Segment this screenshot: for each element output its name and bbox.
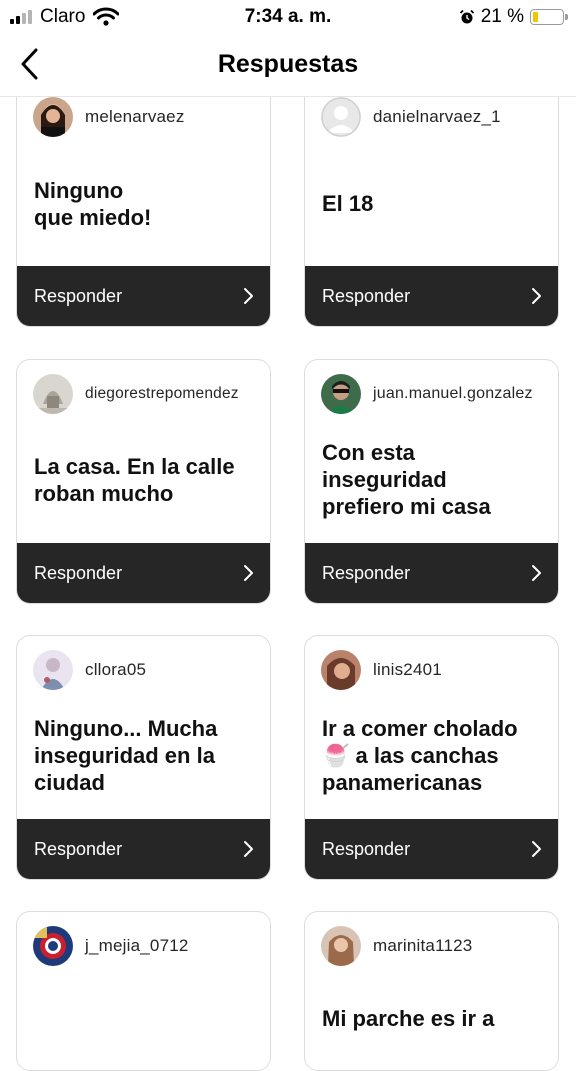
avatar[interactable] xyxy=(321,926,361,966)
reply-button[interactable]: Responder xyxy=(305,819,558,879)
answers-grid: melenarvaez Ninguno que miedo! Responder… xyxy=(0,0,576,1071)
answer-card: j_mejia_0712 xyxy=(16,911,271,1071)
avatar[interactable] xyxy=(33,650,73,690)
username[interactable]: melenarvaez xyxy=(85,107,185,127)
avatar[interactable] xyxy=(33,97,73,137)
reply-button[interactable]: Responder xyxy=(17,266,270,326)
top-header: Respuestas xyxy=(0,34,576,97)
avatar[interactable] xyxy=(321,650,361,690)
reply-label: Responder xyxy=(34,286,123,306)
username[interactable]: cllora05 xyxy=(85,660,146,680)
reply-button[interactable]: Responder xyxy=(305,266,558,326)
card-author[interactable]: linis2401 xyxy=(321,650,442,690)
username[interactable]: marinita1123 xyxy=(373,936,472,956)
chevron-right-icon xyxy=(244,565,253,581)
answer-text: Ninguno... Mucha inseguridad en la ciuda… xyxy=(34,716,218,795)
answer-card: melenarvaez Ninguno que miedo! Responder xyxy=(16,76,271,327)
avatar[interactable] xyxy=(321,97,361,137)
answer-text: Con esta inseguridad prefiero mi casa xyxy=(322,440,491,519)
card-author[interactable]: melenarvaez xyxy=(33,97,185,137)
card-author[interactable]: marinita1123 xyxy=(321,926,472,966)
username[interactable]: diegorestrepomendez xyxy=(85,385,239,403)
avatar[interactable] xyxy=(33,926,73,966)
reply-button[interactable]: Responder xyxy=(17,543,270,603)
reply-label: Responder xyxy=(322,563,411,583)
answer-card: linis2401 Ir a comer cholado 🍧 a las can… xyxy=(304,635,559,880)
reply-label: Responder xyxy=(34,563,123,583)
reply-label: Responder xyxy=(322,286,411,306)
card-author[interactable]: diegorestrepomendez xyxy=(33,374,239,414)
answer-card: marinita1123 Mi parche es ir a xyxy=(304,911,559,1071)
reply-label: Responder xyxy=(322,839,411,859)
answer-card: danielnarvaez_1 El 18 Responder xyxy=(304,76,559,327)
answer-text: La casa. En la calle roban mucho xyxy=(34,454,235,506)
answer-card: cllora05 Ninguno... Mucha inseguridad en… xyxy=(16,635,271,880)
username[interactable]: j_mejia_0712 xyxy=(85,936,189,956)
username[interactable]: juan.manuel.gonzalez xyxy=(373,385,533,403)
reply-label: Responder xyxy=(34,839,123,859)
card-author[interactable]: cllora05 xyxy=(33,650,146,690)
answer-text: El 18 xyxy=(322,191,374,216)
page-title: Respuestas xyxy=(217,50,359,78)
username[interactable]: linis2401 xyxy=(373,660,442,680)
chevron-right-icon xyxy=(244,841,253,857)
card-author[interactable]: juan.manuel.gonzalez xyxy=(321,374,533,414)
answer-text: Mi parche es ir a xyxy=(322,1006,495,1031)
reply-button[interactable]: Responder xyxy=(17,819,270,879)
avatar[interactable] xyxy=(33,374,73,414)
username[interactable]: danielnarvaez_1 xyxy=(373,107,501,127)
card-author[interactable]: danielnarvaez_1 xyxy=(321,97,501,137)
answer-card: diegorestrepomendez La casa. En la calle… xyxy=(16,359,271,604)
card-author[interactable]: j_mejia_0712 xyxy=(33,926,189,966)
reply-button[interactable]: Responder xyxy=(305,543,558,603)
avatar[interactable] xyxy=(321,374,361,414)
chevron-right-icon xyxy=(532,841,541,857)
chevron-right-icon xyxy=(532,565,541,581)
answer-card: juan.manuel.gonzalez Con esta insegurida… xyxy=(304,359,559,604)
chevron-right-icon xyxy=(532,288,541,304)
chevron-right-icon xyxy=(244,288,253,304)
answer-text: Ir a comer cholado 🍧 a las canchas panam… xyxy=(322,716,518,795)
answer-text: Ninguno que miedo! xyxy=(34,178,152,230)
